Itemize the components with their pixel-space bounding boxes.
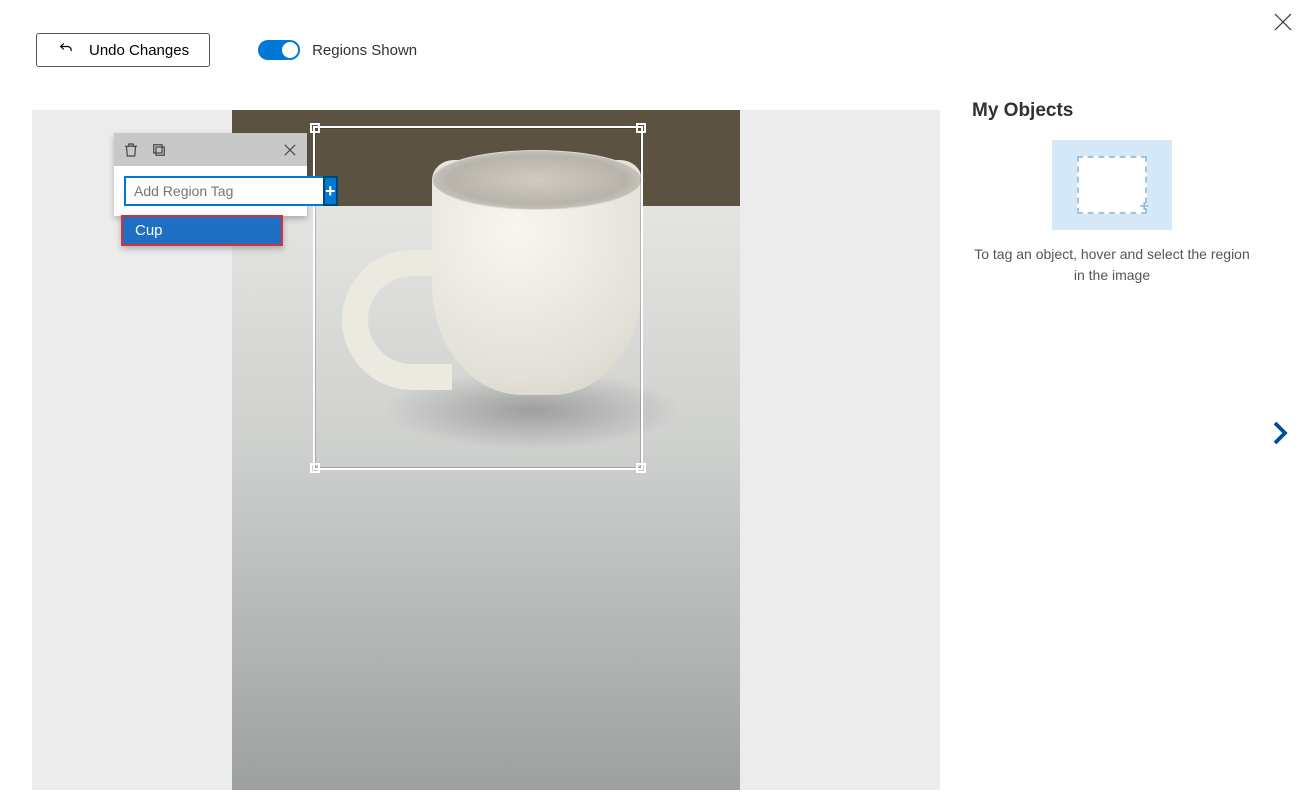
resize-handle-bottom-right[interactable] bbox=[636, 463, 646, 473]
undo-icon bbox=[57, 39, 75, 61]
undo-changes-label: Undo Changes bbox=[89, 42, 189, 59]
tag-suggestion-dropdown: Cup bbox=[121, 215, 283, 246]
selection-region[interactable] bbox=[313, 126, 643, 470]
objects-panel: My Objects + To tag an object, hover and… bbox=[972, 100, 1252, 286]
undo-changes-button[interactable]: Undo Changes bbox=[36, 33, 210, 67]
resize-handle-top-left[interactable] bbox=[310, 123, 320, 133]
resize-handle-top-right[interactable] bbox=[636, 123, 646, 133]
copy-icon[interactable] bbox=[150, 141, 168, 159]
delete-icon[interactable] bbox=[122, 141, 140, 159]
add-tag-button[interactable]: + bbox=[323, 176, 338, 206]
tag-suggestion-item[interactable]: Cup bbox=[123, 217, 281, 244]
next-image-button[interactable] bbox=[1265, 418, 1295, 448]
plus-icon: + bbox=[325, 181, 336, 202]
regions-shown-toggle[interactable] bbox=[258, 40, 300, 60]
resize-handle-bottom-left[interactable] bbox=[310, 463, 320, 473]
regions-shown-label: Regions Shown bbox=[312, 42, 417, 59]
region-tag-input[interactable] bbox=[124, 176, 323, 206]
toggle-knob bbox=[282, 42, 298, 58]
tag-popup: + bbox=[114, 133, 307, 216]
plus-corner-icon: + bbox=[1140, 198, 1149, 216]
object-placeholder[interactable]: + bbox=[1052, 140, 1172, 230]
objects-panel-title: My Objects bbox=[972, 100, 1252, 122]
close-button[interactable] bbox=[1271, 10, 1295, 34]
dashed-box-icon: + bbox=[1077, 156, 1147, 214]
objects-panel-hint: To tag an object, hover and select the r… bbox=[972, 244, 1252, 286]
close-popup-icon[interactable] bbox=[281, 141, 299, 159]
